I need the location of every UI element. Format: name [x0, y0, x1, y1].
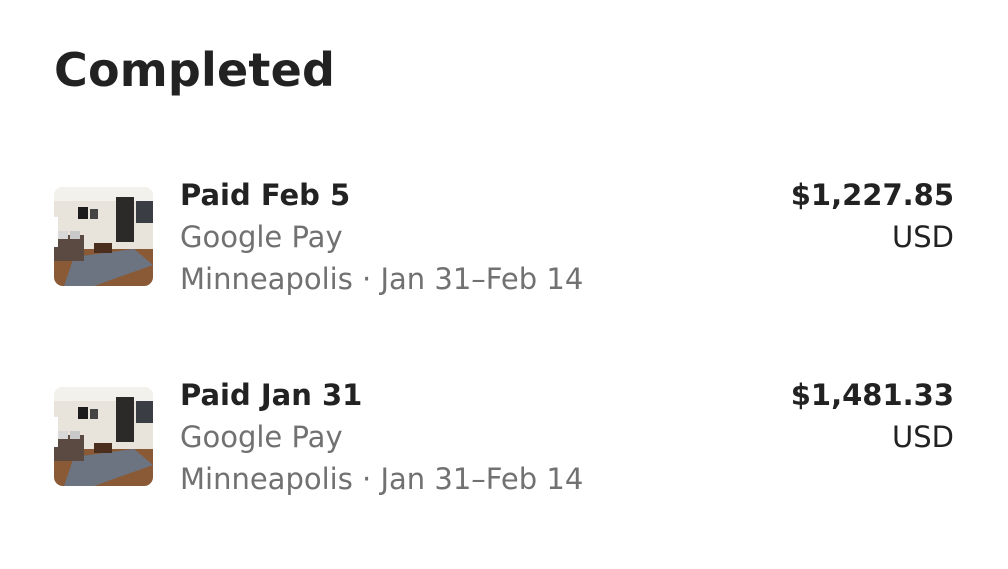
payment-method: Google Pay [180, 420, 343, 454]
payment-date: Paid Jan 31 [180, 378, 363, 412]
payment-currency: USD [892, 420, 954, 454]
payment-details: Paid Feb 5 Google Pay Minneapolis · Jan … [180, 175, 583, 299]
trip-details: Minneapolis · Jan 31–Feb 14 [180, 262, 584, 296]
payment-amount-block: $1,481.33 USD [791, 375, 954, 459]
payment-details: Paid Jan 31 Google Pay Minneapolis · Jan… [180, 375, 583, 499]
payment-amount-block: $1,227.85 USD [791, 175, 954, 259]
payment-amount: $1,227.85 [790, 178, 954, 212]
trip-details: Minneapolis · Jan 31–Feb 14 [180, 462, 584, 496]
page-title: Completed [54, 43, 336, 97]
payment-amount: $1,481.33 [790, 378, 954, 412]
listing-thumbnail [54, 187, 153, 286]
listing-thumbnail [54, 387, 153, 486]
payment-item[interactable]: Paid Feb 5 Google Pay Minneapolis · Jan … [54, 175, 954, 305]
payment-date: Paid Feb 5 [180, 178, 351, 212]
payment-method: Google Pay [180, 220, 343, 254]
payment-item[interactable]: Paid Jan 31 Google Pay Minneapolis · Jan… [54, 375, 954, 505]
payment-currency: USD [892, 220, 954, 254]
